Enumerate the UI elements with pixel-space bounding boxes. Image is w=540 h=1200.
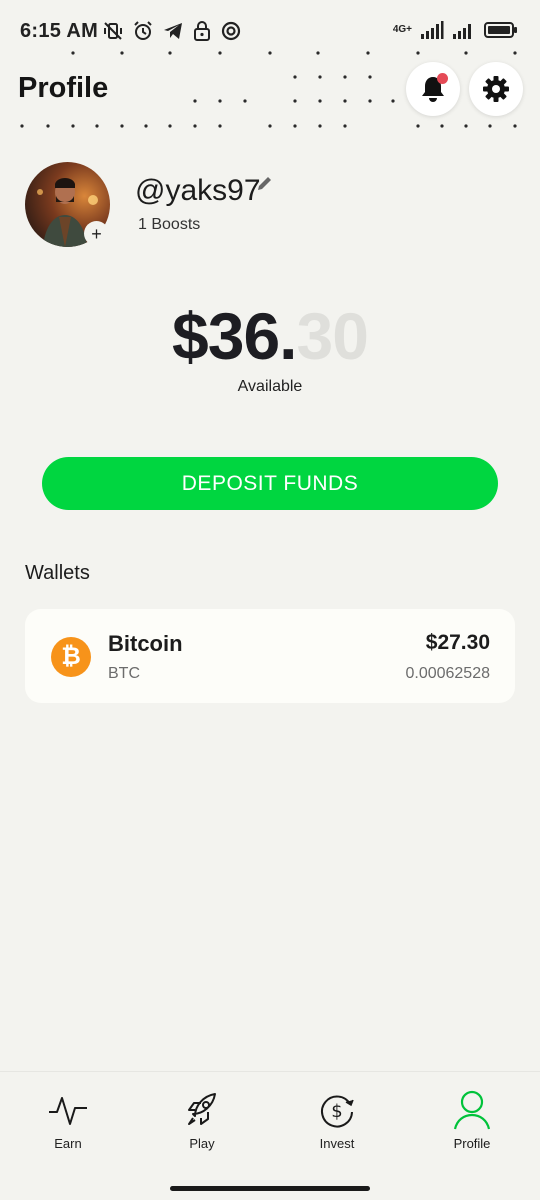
nav-label-invest: Invest xyxy=(319,1136,355,1151)
nav-label-profile: Profile xyxy=(453,1136,491,1151)
settings-button[interactable] xyxy=(469,62,523,116)
user-icon xyxy=(453,1090,491,1130)
activity-icon xyxy=(49,1097,87,1125)
notifications-button[interactable] xyxy=(406,62,460,116)
svg-text:$: $ xyxy=(331,1101,342,1122)
balance-amount: $36.30 xyxy=(0,298,540,374)
nav-label-earn: Earn xyxy=(54,1136,82,1151)
telegram-icon xyxy=(164,23,182,39)
status-icons-right: 4G+ xyxy=(393,20,518,40)
at-sign-icon xyxy=(221,21,241,41)
nav-label-play: Play xyxy=(189,1136,215,1151)
page-title: Profile xyxy=(18,72,109,104)
wallet-name: Bitcoin xyxy=(108,631,183,656)
deposit-funds-button[interactable]: DEPOSIT FUNDS xyxy=(42,457,498,510)
wallet-crypto-amount: 0.00062528 xyxy=(405,665,490,682)
edit-icon[interactable] xyxy=(256,174,274,192)
nav-item-play[interactable]: Play xyxy=(152,1090,252,1160)
status-icons-left xyxy=(102,20,242,42)
status-bar: 6:15 AM 4G+ xyxy=(0,0,540,64)
balance-cents: 30 xyxy=(296,299,369,373)
username: @yaks97 xyxy=(135,174,261,207)
nav-item-profile[interactable]: Profile xyxy=(422,1090,522,1160)
network-type: 4G+ xyxy=(392,24,412,35)
battery-icon xyxy=(484,22,517,38)
wallet-card-bitcoin[interactable]: ₿ Bitcoin BTC $27.30 0.00062528 xyxy=(25,609,515,703)
lock-icon xyxy=(194,21,210,41)
bottom-nav: Earn Play $ Invest Profile xyxy=(0,1071,540,1200)
boosts-count: 1 Boosts xyxy=(138,216,201,233)
signal-icon-2 xyxy=(453,24,471,39)
add-photo-button[interactable]: + xyxy=(84,221,109,246)
home-indicator xyxy=(170,1186,370,1191)
profile-screen: 6:15 AM 4G+ Profile + @yaks97 1 Boosts $… xyxy=(0,0,540,1200)
balance-main: $36. xyxy=(172,299,297,373)
balance-label: Available xyxy=(237,378,303,395)
signal-icon xyxy=(421,21,444,39)
wallets-heading: Wallets xyxy=(25,562,90,584)
dollar-cycle-icon: $ xyxy=(321,1095,354,1128)
wallet-ticker: BTC xyxy=(108,665,140,682)
bitcoin-icon: ₿ xyxy=(51,637,91,677)
alarm-icon xyxy=(134,21,152,40)
vibrate-off-icon xyxy=(104,22,122,40)
rocket-icon xyxy=(188,1093,216,1125)
gear-icon xyxy=(483,76,509,102)
wallet-usd-value: $27.30 xyxy=(425,631,490,654)
nav-item-invest[interactable]: $ Invest xyxy=(287,1090,387,1160)
status-time: 6:15 AM xyxy=(20,20,99,42)
notification-dot xyxy=(437,73,448,84)
nav-item-earn[interactable]: Earn xyxy=(18,1090,118,1160)
